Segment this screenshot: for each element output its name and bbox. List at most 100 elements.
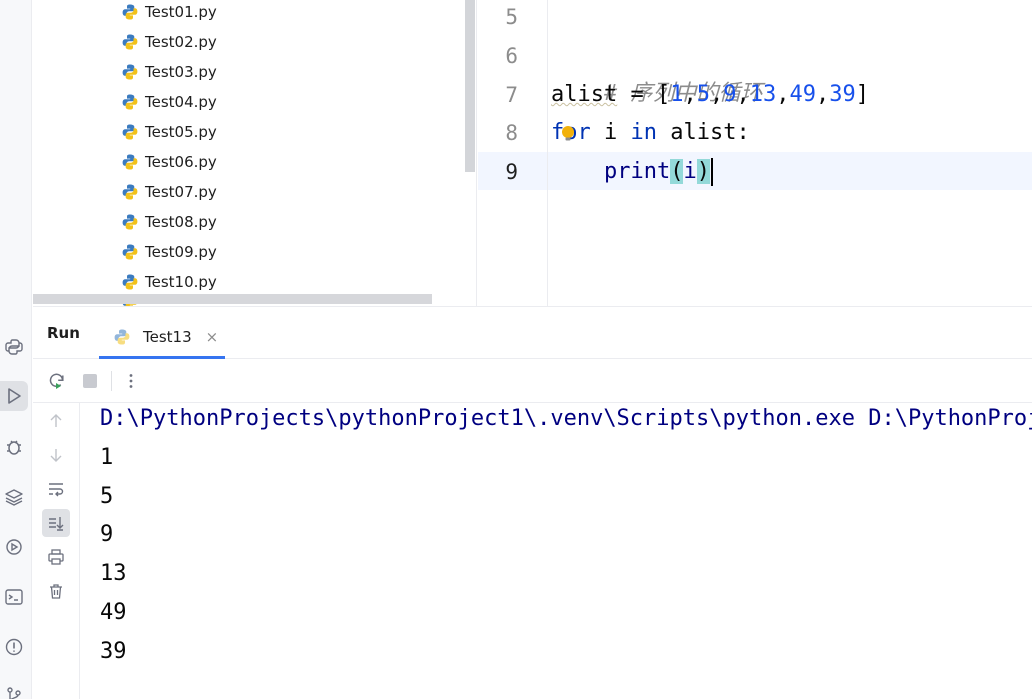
code-comma: , <box>815 82 830 107</box>
python-packages-icon <box>5 339 23 355</box>
tree-vertical-scrollbar[interactable] <box>465 0 475 172</box>
python-file-icon <box>114 329 130 344</box>
services-icon <box>6 539 22 555</box>
python-file-icon <box>122 184 138 200</box>
tree-item-label: Test05.py <box>145 123 217 141</box>
code-line-6[interactable]: # 序列中的循环 <box>551 37 763 106</box>
code-comma: , <box>776 82 790 107</box>
tree-item-label: Test07.py <box>145 183 217 201</box>
run-toolbar <box>33 359 1032 403</box>
line-number: 7 <box>505 83 518 107</box>
console-output-line: 9 <box>100 522 114 547</box>
code-argument: i <box>683 159 697 184</box>
code-number: 13 <box>749 82 777 107</box>
scroll-to-end-button[interactable] <box>42 509 70 537</box>
trash-icon <box>50 584 62 599</box>
project-tree: Test01.py Test02.py Test03.py Test04.py Test… <box>33 0 477 306</box>
code-operator: = [ <box>617 82 671 107</box>
run-header: Run Test13 × <box>33 307 1032 359</box>
console-output[interactable]: D:\PythonProjects\pythonProject1\.venv\S… <box>100 403 1032 699</box>
code-keyword-in: in <box>630 120 658 145</box>
run-tab-test13[interactable]: Test13 × <box>99 317 225 359</box>
git-tool-button[interactable] <box>0 680 28 699</box>
line-number-current: 9 <box>505 160 518 184</box>
line-number: 5 <box>505 5 518 29</box>
code-editor[interactable]: 5 6 7 8 9 # 序列中的循环 alist = [1,5,9,13,49,… <box>478 0 1032 306</box>
rerun-icon <box>49 373 64 389</box>
tree-item-file[interactable]: Test07.py <box>121 177 217 207</box>
arrow-down-icon <box>50 449 62 462</box>
code-comma: , <box>683 82 697 107</box>
soft-wrap-button[interactable] <box>42 475 70 503</box>
tree-item-label: Test08.py <box>145 213 217 231</box>
python-file-icon <box>122 244 138 260</box>
run-tab-label: Test13 <box>143 327 192 346</box>
run-tool-window: Run Test13 × D:\PythonProjects\pythonPro… <box>33 306 1032 699</box>
console-side-toolbar <box>33 403 80 699</box>
debug-tool-button[interactable] <box>0 432 28 462</box>
tool-window-strip <box>0 0 32 699</box>
line-number: 8 <box>505 121 518 145</box>
python-file-icon <box>122 34 138 50</box>
run-tool-button[interactable] <box>0 381 28 411</box>
python-packages-button[interactable] <box>0 332 28 362</box>
tree-item-file[interactable]: Test04.py <box>121 87 217 117</box>
code-line-9[interactable]: print(i) <box>551 153 713 191</box>
console-output-line: 39 <box>100 639 127 664</box>
console-command-line: D:\PythonProjects\pythonProject1\.venv\S… <box>100 406 1032 431</box>
more-actions-button[interactable] <box>120 370 142 392</box>
code-variable: alist <box>551 82 618 107</box>
code-builtin-print: print <box>603 159 671 184</box>
terminal-icon <box>5 589 23 605</box>
intention-bulb-icon[interactable] <box>561 125 575 143</box>
tree-item-label: Test10.py <box>145 273 217 291</box>
console-output-line: 49 <box>100 600 127 625</box>
scroll-down-button[interactable] <box>42 441 70 469</box>
scroll-up-button[interactable] <box>42 407 70 435</box>
stop-icon <box>83 374 97 388</box>
print-button[interactable] <box>42 543 70 571</box>
layers-tool-button[interactable] <box>0 482 28 512</box>
tree-item-file[interactable]: Test03.py <box>121 57 217 87</box>
problems-tool-button[interactable] <box>0 632 28 662</box>
code-number: 5 <box>696 82 710 107</box>
line-number: 6 <box>505 44 518 68</box>
git-icon <box>7 687 21 699</box>
code-comma: , <box>736 82 750 107</box>
code-number: 39 <box>829 82 856 107</box>
tree-item-file[interactable]: Test06.py <box>121 147 217 177</box>
tree-item-label: Test01.py <box>145 3 217 21</box>
code-loop-var: i <box>590 120 631 145</box>
services-tool-button[interactable] <box>0 532 28 562</box>
python-file-icon <box>122 4 138 20</box>
terminal-tool-button[interactable] <box>0 582 28 612</box>
tree-item-file[interactable]: Test05.py <box>121 117 217 147</box>
tree-horizontal-scrollbar[interactable] <box>33 294 432 304</box>
code-line-7[interactable]: alist = [1,5,9,13,49,39] <box>551 76 869 114</box>
soft-wrap-icon <box>49 483 64 497</box>
layers-icon <box>5 489 23 506</box>
rerun-button[interactable] <box>46 370 68 392</box>
tree-item-label: Test02.py <box>145 33 217 51</box>
line-number-gutter: 5 6 7 8 9 <box>478 0 548 306</box>
tree-item-file[interactable]: Test02.py <box>121 27 217 57</box>
clear-all-button[interactable] <box>42 577 70 605</box>
tree-item-label: Test03.py <box>145 63 217 81</box>
close-tab-icon[interactable]: × <box>206 328 219 346</box>
tree-item-file[interactable]: Test01.py <box>121 0 217 27</box>
tree-item-file[interactable]: Test08.py <box>121 207 217 237</box>
python-file-icon <box>122 124 138 140</box>
text-caret <box>710 158 713 186</box>
tree-item-label: Test04.py <box>145 93 217 111</box>
stop-button[interactable] <box>79 370 101 392</box>
tree-item-file[interactable]: Test09.py <box>121 237 217 267</box>
tree-item-label: Test09.py <box>145 243 217 261</box>
code-number: 9 <box>723 82 737 107</box>
tree-item-label: Test06.py <box>145 153 217 171</box>
more-vertical-icon <box>129 374 133 388</box>
python-file-icon <box>122 154 138 170</box>
code-line-8[interactable]: for i in alist: <box>551 114 750 152</box>
toolbar-separator <box>111 371 112 391</box>
scroll-to-end-icon <box>49 517 64 531</box>
